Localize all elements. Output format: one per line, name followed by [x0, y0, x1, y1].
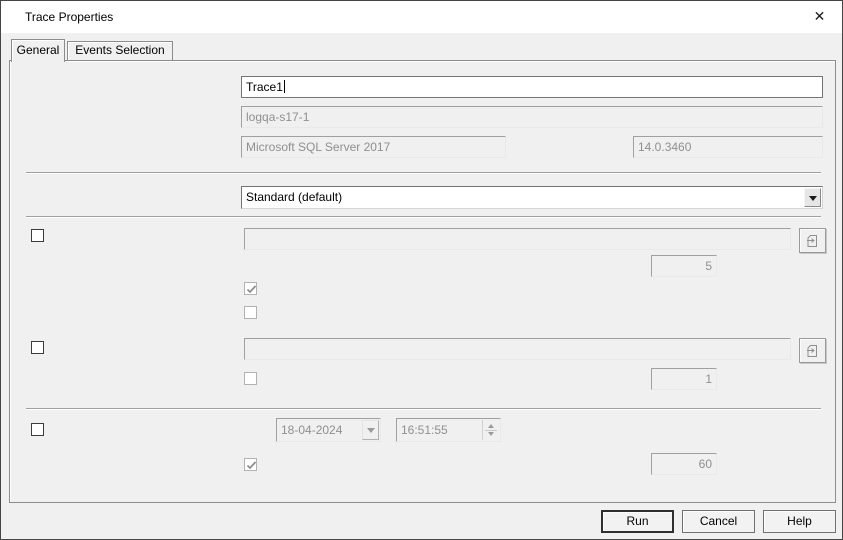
server-processes-checkbox [244, 306, 257, 319]
enable-stop-time-checkbox[interactable] [31, 423, 44, 436]
stop-time-value: 16:51:55 [401, 423, 448, 437]
tab-general[interactable]: General [11, 39, 65, 62]
trace-properties-dialog: Trace Properties ✕ General Events Select… [0, 0, 843, 540]
chevron-down-icon[interactable] [804, 188, 821, 207]
browse-file-button [799, 228, 826, 253]
separator [26, 172, 821, 174]
max-rows-field: 1 [651, 368, 717, 390]
set-max-rows-checkbox [244, 372, 257, 385]
enable-file-rollover-checkbox [244, 282, 257, 295]
separator [26, 216, 821, 218]
trace-name-input[interactable]: Trace1 [241, 76, 823, 98]
help-button[interactable]: Help [763, 510, 836, 533]
template-dropdown[interactable]: Standard (default) [241, 186, 823, 209]
stop-date-value: 18-04-2024 [281, 423, 342, 437]
provider-name-field: logqa-s17-1 [241, 106, 823, 128]
browse-table-button [799, 338, 826, 363]
separator [26, 408, 821, 410]
set-trace-duration-checkbox [244, 458, 257, 471]
tab-general-label: General [17, 43, 60, 57]
close-icon[interactable]: ✕ [797, 1, 842, 32]
version-field: 14.0.3460 [633, 136, 823, 158]
spinner-arrows-icon [482, 420, 499, 440]
titlebar: Trace Properties ✕ [1, 1, 842, 33]
trace-duration-field: 60 [651, 453, 717, 475]
checkmark-icon [245, 283, 258, 296]
provider-type-field: Microsoft SQL Server 2017 [241, 136, 506, 158]
run-button[interactable]: Run [601, 510, 674, 533]
table-name-field [244, 338, 791, 360]
cancel-button[interactable]: Cancel [682, 510, 755, 533]
tab-events-selection-label: Events Selection [75, 43, 164, 57]
window-title: Trace Properties [25, 1, 113, 33]
text-caret [284, 80, 285, 93]
stop-time-spinner: 16:51:55 [396, 418, 501, 442]
file-path-field [244, 228, 791, 250]
stop-date-dropdown: 18-04-2024 [276, 418, 381, 442]
template-selected-value: Standard (default) [246, 190, 342, 204]
checkmark-icon [245, 459, 258, 472]
save-to-file-checkbox[interactable] [31, 229, 44, 242]
date-chevron-down-icon [362, 420, 379, 440]
tab-events-selection[interactable]: Events Selection [67, 41, 173, 60]
max-file-size-field: 5 [651, 255, 717, 277]
save-to-table-checkbox[interactable] [31, 341, 44, 354]
